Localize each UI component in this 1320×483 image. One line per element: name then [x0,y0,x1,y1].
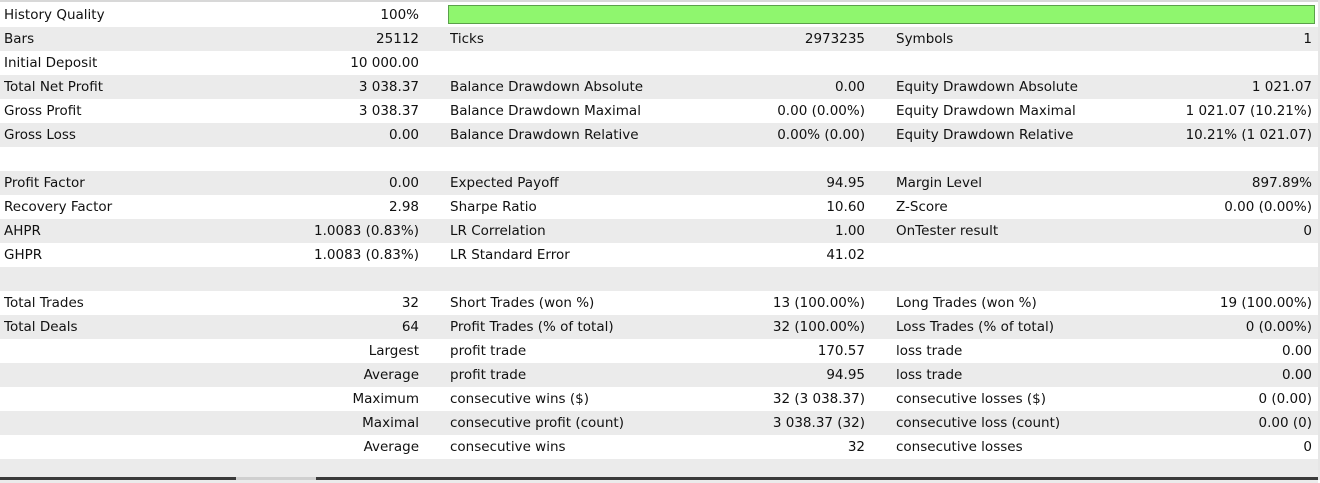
metric-value: 10.21% (1 021.07) [1185,127,1312,143]
metric-value: 3 038.37 [358,79,419,95]
metric-value: Average [363,367,419,383]
metric-value: 41.02 [826,247,865,263]
metric-value: 0.00 (0.00%) [1224,199,1312,215]
metric-value: 10 000.00 [350,55,419,71]
metric-value [1100,243,1312,267]
metric-value: Maximum [352,391,419,407]
metric-label [4,147,304,171]
metric-label: Gross Profit [4,103,82,119]
metric-value: 170.57 [817,343,865,359]
metric-label: GHPR [4,247,43,263]
report-row: Average consecutive wins 32 consecutive los… [0,435,1318,459]
metric-value: 1 021.07 [1251,79,1312,95]
metric-value: 32 (100.00%) [772,319,865,335]
metric-value: Average [363,439,419,455]
history-quality-bar-fill [449,6,1314,23]
report-row: Gross Profit 3 038.37 Balance Drawdown Max… [0,99,1318,123]
metric-value: 0 [1303,439,1312,455]
metric-label [4,339,304,363]
metric-value: 32 [847,439,865,455]
metric-value [300,147,419,171]
metric-label: Total Net Profit [4,79,104,95]
metric-value [1100,147,1312,171]
metric-value: 25112 [376,31,419,47]
metric-label: Recovery Factor [4,199,113,215]
metric-label: Gross Loss [4,127,76,143]
report-rows: Bars 25112 Ticks 2973235 Symbols 1 Initial Dep… [0,27,1318,483]
metric-value: 2.98 [388,199,419,215]
history-quality-value: 100% [380,7,419,23]
metric-value: 0.00 [1281,343,1312,359]
history-quality-label: History Quality [4,7,105,23]
metric-label: Profit Factor [4,175,85,191]
metric-value: 64 [401,319,419,335]
metric-value: 897.89% [1251,175,1312,191]
metric-label [4,267,304,291]
report-row: Total Net Profit 3 038.37 Balance Drawdown… [0,75,1318,99]
metric-label: AHPR [4,223,41,239]
report-row: Profit Factor 0.00 Expected Payoff 94.95 Mar… [0,171,1318,195]
metric-value [300,267,419,291]
report-row: AHPR 1.0083 (0.83%) LR Correlation 1.00 OnTe… [0,219,1318,243]
metric-value [1100,51,1312,75]
metric-label [4,411,304,435]
metric-value: 32 [401,295,419,311]
history-quality-bar [448,5,1315,24]
metric-value: 2973235 [804,31,865,47]
backtest-report-table: History Quality 100% Bars 25112 Ticks 29732… [0,3,1318,483]
report-row [0,267,1318,291]
metric-value: 13 (100.00%) [772,295,865,311]
report-row [0,147,1318,171]
metric-value: 0.00 [388,175,419,191]
metric-label: Bars [4,31,35,47]
metric-label: Total Deals [4,319,78,335]
report-row: Initial Deposit 10 000.00 [0,51,1318,75]
metric-value: 3 038.37 (32) [772,415,865,431]
metric-label: Total Trades [4,295,84,311]
metric-value: 0 (0.00) [1258,391,1312,407]
metric-value: 0.00 (0.00%) [777,103,865,119]
report-row: Largest profit trade 170.57 loss trade 0.00 [0,339,1318,363]
metric-value: 32 (3 038.37) [772,391,865,407]
report-row: Maximal consecutive profit (count) 3 038.3… [0,411,1318,435]
metric-value: 3 038.37 [358,103,419,119]
metric-label: Initial Deposit [4,55,98,71]
report-row: Total Trades 32 Short Trades (won %) 13 (10… [0,291,1318,315]
metric-value: 1 021.07 (10.21%) [1185,103,1312,119]
report-row: Gross Loss 0.00 Balance Drawdown Relative 0… [0,123,1318,147]
metric-value: 0.00 [834,79,865,95]
report-row: GHPR 1.0083 (0.83%) LR Standard Error 41.02 [0,243,1318,267]
metric-value: 0.00 [388,127,419,143]
history-quality-row: History Quality 100% [0,3,1318,27]
metric-value: 0.00 (0) [1258,415,1312,431]
metric-value: 1.00 [834,223,865,239]
metric-label [4,435,304,459]
metric-value: 0 [1303,223,1312,239]
metric-value: 19 (100.00%) [1219,295,1312,311]
metric-value: Maximal [362,415,419,431]
top-border [0,0,1318,2]
metric-value [700,267,865,291]
metric-value [700,51,865,75]
metric-label [4,363,304,387]
metric-value [700,147,865,171]
metric-value: 1 [1303,31,1312,47]
metric-label [4,387,304,411]
metric-value: 0.00% (0.00) [777,127,865,143]
metric-value: 1.0083 (0.83%) [314,223,419,239]
metric-value [1100,267,1312,291]
report-row: Maximum consecutive wins ($) 32 (3 038.37)… [0,387,1318,411]
report-row: Bars 25112 Ticks 2973235 Symbols 1 [0,27,1318,51]
metric-value: 94.95 [826,175,865,191]
report-row: Total Deals 64 Profit Trades (% of total) 3… [0,315,1318,339]
metric-value: 10.60 [826,199,865,215]
metric-value: 0 (0.00%) [1245,319,1312,335]
metric-value: 0.00 [1281,367,1312,383]
metric-value: Largest [368,343,419,359]
metric-value: 94.95 [826,367,865,383]
report-row: Recovery Factor 2.98 Sharpe Ratio 10.60 Z-Sc… [0,195,1318,219]
metric-value: 1.0083 (0.83%) [314,247,419,263]
report-row: Average profit trade 94.95 loss trade 0.00 [0,363,1318,387]
